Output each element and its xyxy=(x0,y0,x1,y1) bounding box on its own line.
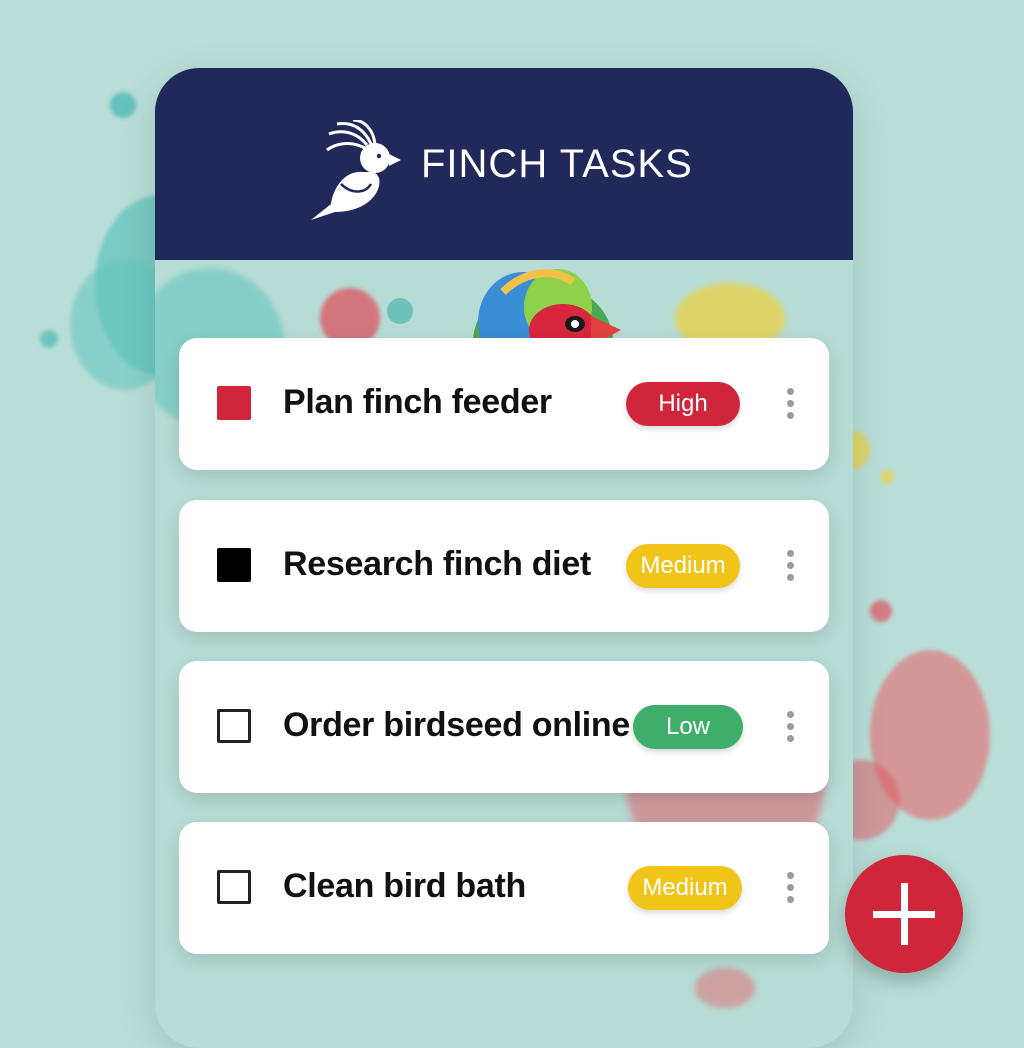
red-splash xyxy=(695,968,755,1008)
task-card[interactable]: Plan finch feeder High xyxy=(179,338,829,470)
task-checkbox-red[interactable] xyxy=(217,386,251,420)
task-title: Research finch diet xyxy=(283,545,591,583)
more-options-icon[interactable] xyxy=(783,388,797,422)
teal-splash xyxy=(40,330,58,348)
add-task-button[interactable] xyxy=(845,855,963,973)
priority-badge-medium: Medium xyxy=(626,544,740,588)
task-checkbox-black[interactable] xyxy=(217,548,251,582)
teal-splash xyxy=(387,298,413,324)
red-splash xyxy=(870,600,892,622)
cockatiel-logo-icon xyxy=(311,120,401,220)
app-header: FINCH TASKS xyxy=(155,68,853,260)
yellow-splash xyxy=(880,470,894,484)
task-card[interactable]: Clean bird bath Medium xyxy=(179,822,829,954)
task-card[interactable]: Research finch diet Medium xyxy=(179,500,829,632)
priority-badge-medium: Medium xyxy=(628,866,742,910)
app-title: FINCH TASKS xyxy=(421,142,693,186)
plus-icon xyxy=(873,883,935,945)
more-options-icon[interactable] xyxy=(783,872,797,906)
teal-splash xyxy=(110,92,136,118)
task-title: Order birdseed online xyxy=(283,706,630,744)
more-options-icon[interactable] xyxy=(783,550,797,584)
task-title: Plan finch feeder xyxy=(283,383,552,421)
priority-badge-low: Low xyxy=(633,705,743,749)
task-checkbox-empty[interactable] xyxy=(217,709,251,743)
more-options-icon[interactable] xyxy=(783,711,797,745)
task-card[interactable]: Order birdseed online Low xyxy=(179,661,829,793)
task-title: Clean bird bath xyxy=(283,867,526,905)
priority-badge-high: High xyxy=(626,382,740,426)
task-checkbox-empty[interactable] xyxy=(217,870,251,904)
